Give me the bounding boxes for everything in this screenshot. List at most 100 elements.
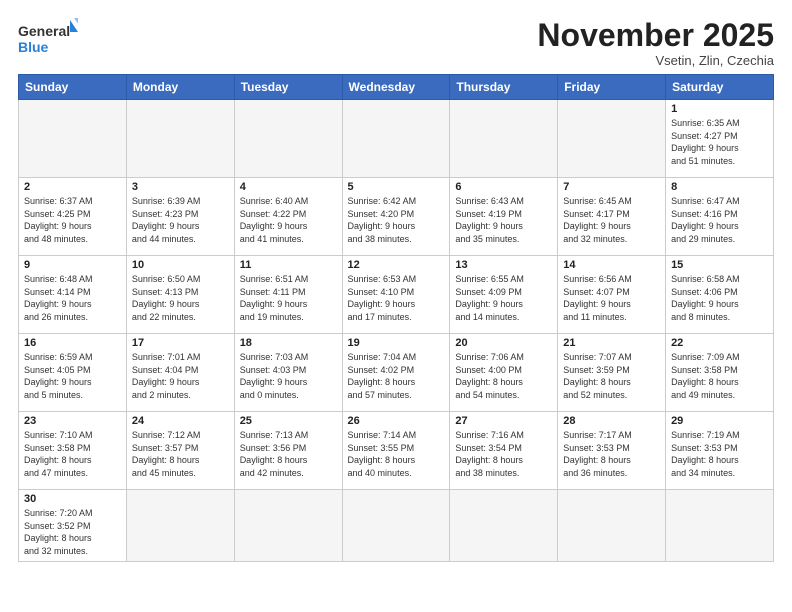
day-number: 28 [563, 415, 660, 427]
day-info: Sunrise: 7:09 AM Sunset: 3:58 PM Dayligh… [671, 351, 768, 401]
calendar-day-cell: 18Sunrise: 7:03 AM Sunset: 4:03 PM Dayli… [234, 334, 342, 412]
day-info: Sunrise: 7:17 AM Sunset: 3:53 PM Dayligh… [563, 429, 660, 479]
calendar-day-cell [558, 100, 666, 178]
calendar-day-cell: 2Sunrise: 6:37 AM Sunset: 4:25 PM Daylig… [19, 178, 127, 256]
day-info: Sunrise: 7:16 AM Sunset: 3:54 PM Dayligh… [455, 429, 552, 479]
calendar-day-cell: 11 Sunrise: 6:51 AM Sunset: 4:11 PM Dayli… [234, 256, 342, 334]
calendar-day-cell: 13Sunrise: 6:55 AM Sunset: 4:09 PM Dayli… [450, 256, 558, 334]
calendar-day-cell: 17 Sunrise: 7:01 AM Sunset: 4:04 PM Dayli… [126, 334, 234, 412]
header-tuesday: Tuesday [234, 75, 342, 100]
calendar-day-cell [234, 490, 342, 561]
calendar-day-cell: 7 Sunrise: 6:45 AM Sunset: 4:17 PM Daylig… [558, 178, 666, 256]
calendar-day-cell: 28 Sunrise: 7:17 AM Sunset: 3:53 PM Dayli… [558, 412, 666, 490]
day-number: 13 [455, 259, 552, 271]
day-number: 1 [671, 103, 768, 115]
day-number: 3 [132, 181, 229, 193]
calendar-day-cell: 24 Sunrise: 7:12 AM Sunset: 3:57 PM Dayli… [126, 412, 234, 490]
calendar-week-row: 9Sunrise: 6:48 AM Sunset: 4:14 PM Daylig… [19, 256, 774, 334]
day-info: Sunrise: 6:50 AM Sunset: 4:13 PM Dayligh… [132, 273, 229, 323]
calendar-day-cell [558, 490, 666, 561]
day-number: 7 [563, 181, 660, 193]
calendar-day-cell: 14 Sunrise: 6:56 AM Sunset: 4:07 PM Dayli… [558, 256, 666, 334]
calendar-day-cell [450, 490, 558, 561]
calendar-day-cell: 1 Sunrise: 6:35 AM Sunset: 4:27 PM Daylig… [666, 100, 774, 178]
day-info: Sunrise: 6:42 AM Sunset: 4:20 PM Dayligh… [348, 195, 445, 245]
day-info: Sunrise: 7:19 AM Sunset: 3:53 PM Dayligh… [671, 429, 768, 479]
calendar-day-cell: 4 Sunrise: 6:40 AM Sunset: 4:22 PM Daylig… [234, 178, 342, 256]
calendar-day-cell [126, 100, 234, 178]
calendar-day-cell: 25 Sunrise: 7:13 AM Sunset: 3:56 PM Dayli… [234, 412, 342, 490]
day-number: 15 [671, 259, 768, 271]
day-info: Sunrise: 7:01 AM Sunset: 4:04 PM Dayligh… [132, 351, 229, 401]
calendar-day-cell: 30Sunrise: 7:20 AM Sunset: 3:52 PM Dayli… [19, 490, 127, 561]
calendar-week-row: 2Sunrise: 6:37 AM Sunset: 4:25 PM Daylig… [19, 178, 774, 256]
calendar: Sunday Monday Tuesday Wednesday Thursday… [18, 74, 774, 561]
calendar-week-row: 1 Sunrise: 6:35 AM Sunset: 4:27 PM Daylig… [19, 100, 774, 178]
calendar-day-cell: 9Sunrise: 6:48 AM Sunset: 4:14 PM Daylig… [19, 256, 127, 334]
day-info: Sunrise: 6:56 AM Sunset: 4:07 PM Dayligh… [563, 273, 660, 323]
day-info: Sunrise: 6:48 AM Sunset: 4:14 PM Dayligh… [24, 273, 121, 323]
calendar-day-cell: 10 Sunrise: 6:50 AM Sunset: 4:13 PM Dayli… [126, 256, 234, 334]
day-info: Sunrise: 7:14 AM Sunset: 3:55 PM Dayligh… [348, 429, 445, 479]
header-sunday: Sunday [19, 75, 127, 100]
calendar-day-cell: 16 Sunrise: 6:59 AM Sunset: 4:05 PM Dayli… [19, 334, 127, 412]
day-number: 23 [24, 415, 121, 427]
day-info: Sunrise: 6:43 AM Sunset: 4:19 PM Dayligh… [455, 195, 552, 245]
svg-text:Blue: Blue [18, 39, 49, 55]
weekday-header-row: Sunday Monday Tuesday Wednesday Thursday… [19, 75, 774, 100]
day-info: Sunrise: 6:40 AM Sunset: 4:22 PM Dayligh… [240, 195, 337, 245]
calendar-day-cell: 3 Sunrise: 6:39 AM Sunset: 4:23 PM Daylig… [126, 178, 234, 256]
calendar-day-cell: 15Sunrise: 6:58 AM Sunset: 4:06 PM Dayli… [666, 256, 774, 334]
day-number: 14 [563, 259, 660, 271]
day-info: Sunrise: 6:45 AM Sunset: 4:17 PM Dayligh… [563, 195, 660, 245]
page: General Blue November 2025 Vsetin, Zlin,… [0, 0, 792, 612]
day-number: 22 [671, 337, 768, 349]
day-number: 8 [671, 181, 768, 193]
calendar-week-row: 30Sunrise: 7:20 AM Sunset: 3:52 PM Dayli… [19, 490, 774, 561]
day-number: 24 [132, 415, 229, 427]
calendar-day-cell: 23 Sunrise: 7:10 AM Sunset: 3:58 PM Dayli… [19, 412, 127, 490]
calendar-day-cell: 20Sunrise: 7:06 AM Sunset: 4:00 PM Dayli… [450, 334, 558, 412]
calendar-day-cell: 6Sunrise: 6:43 AM Sunset: 4:19 PM Daylig… [450, 178, 558, 256]
day-number: 11 [240, 259, 337, 271]
day-number: 17 [132, 337, 229, 349]
calendar-day-cell: 27Sunrise: 7:16 AM Sunset: 3:54 PM Dayli… [450, 412, 558, 490]
calendar-day-cell [666, 490, 774, 561]
day-number: 21 [563, 337, 660, 349]
svg-text:General: General [18, 23, 70, 39]
title-block: November 2025 Vsetin, Zlin, Czechia [537, 18, 774, 68]
day-info: Sunrise: 6:59 AM Sunset: 4:05 PM Dayligh… [24, 351, 121, 401]
calendar-day-cell: 21 Sunrise: 7:07 AM Sunset: 3:59 PM Dayli… [558, 334, 666, 412]
calendar-day-cell [234, 100, 342, 178]
day-number: 16 [24, 337, 121, 349]
calendar-week-row: 16 Sunrise: 6:59 AM Sunset: 4:05 PM Dayli… [19, 334, 774, 412]
calendar-day-cell [342, 100, 450, 178]
day-info: Sunrise: 6:39 AM Sunset: 4:23 PM Dayligh… [132, 195, 229, 245]
day-info: Sunrise: 6:35 AM Sunset: 4:27 PM Dayligh… [671, 117, 768, 167]
calendar-day-cell: 19Sunrise: 7:04 AM Sunset: 4:02 PM Dayli… [342, 334, 450, 412]
day-info: Sunrise: 7:07 AM Sunset: 3:59 PM Dayligh… [563, 351, 660, 401]
general-blue-logo-icon: General Blue [18, 18, 78, 62]
day-number: 10 [132, 259, 229, 271]
day-number: 4 [240, 181, 337, 193]
calendar-day-cell: 5Sunrise: 6:42 AM Sunset: 4:20 PM Daylig… [342, 178, 450, 256]
day-info: Sunrise: 6:51 AM Sunset: 4:11 PM Dayligh… [240, 273, 337, 323]
day-info: Sunrise: 7:06 AM Sunset: 4:00 PM Dayligh… [455, 351, 552, 401]
calendar-day-cell [126, 490, 234, 561]
calendar-day-cell [342, 490, 450, 561]
calendar-day-cell: 26 Sunrise: 7:14 AM Sunset: 3:55 PM Dayli… [342, 412, 450, 490]
day-number: 2 [24, 181, 121, 193]
day-number: 26 [348, 415, 445, 427]
day-info: Sunrise: 6:53 AM Sunset: 4:10 PM Dayligh… [348, 273, 445, 323]
calendar-day-cell [19, 100, 127, 178]
day-number: 19 [348, 337, 445, 349]
day-info: Sunrise: 7:10 AM Sunset: 3:58 PM Dayligh… [24, 429, 121, 479]
day-info: Sunrise: 7:12 AM Sunset: 3:57 PM Dayligh… [132, 429, 229, 479]
subtitle: Vsetin, Zlin, Czechia [537, 53, 774, 68]
header-saturday: Saturday [666, 75, 774, 100]
day-number: 18 [240, 337, 337, 349]
day-number: 25 [240, 415, 337, 427]
day-info: Sunrise: 7:13 AM Sunset: 3:56 PM Dayligh… [240, 429, 337, 479]
calendar-day-cell: 8Sunrise: 6:47 AM Sunset: 4:16 PM Daylig… [666, 178, 774, 256]
calendar-day-cell: 29Sunrise: 7:19 AM Sunset: 3:53 PM Dayli… [666, 412, 774, 490]
